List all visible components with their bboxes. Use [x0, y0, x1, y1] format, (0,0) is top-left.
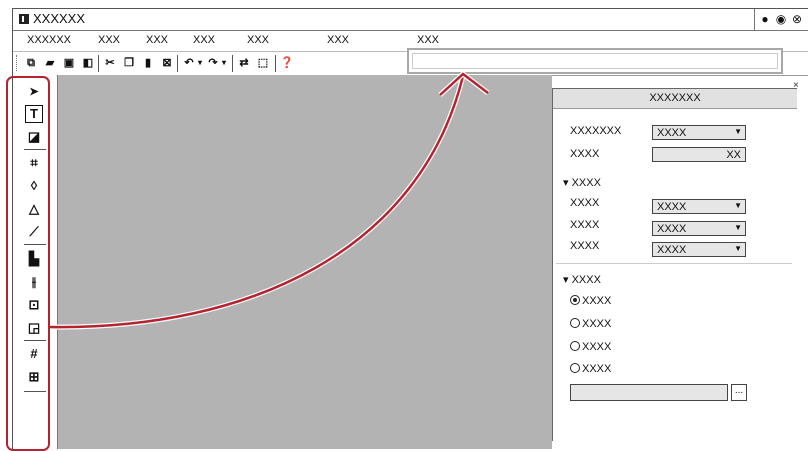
callout-arrow [49, 70, 490, 330]
